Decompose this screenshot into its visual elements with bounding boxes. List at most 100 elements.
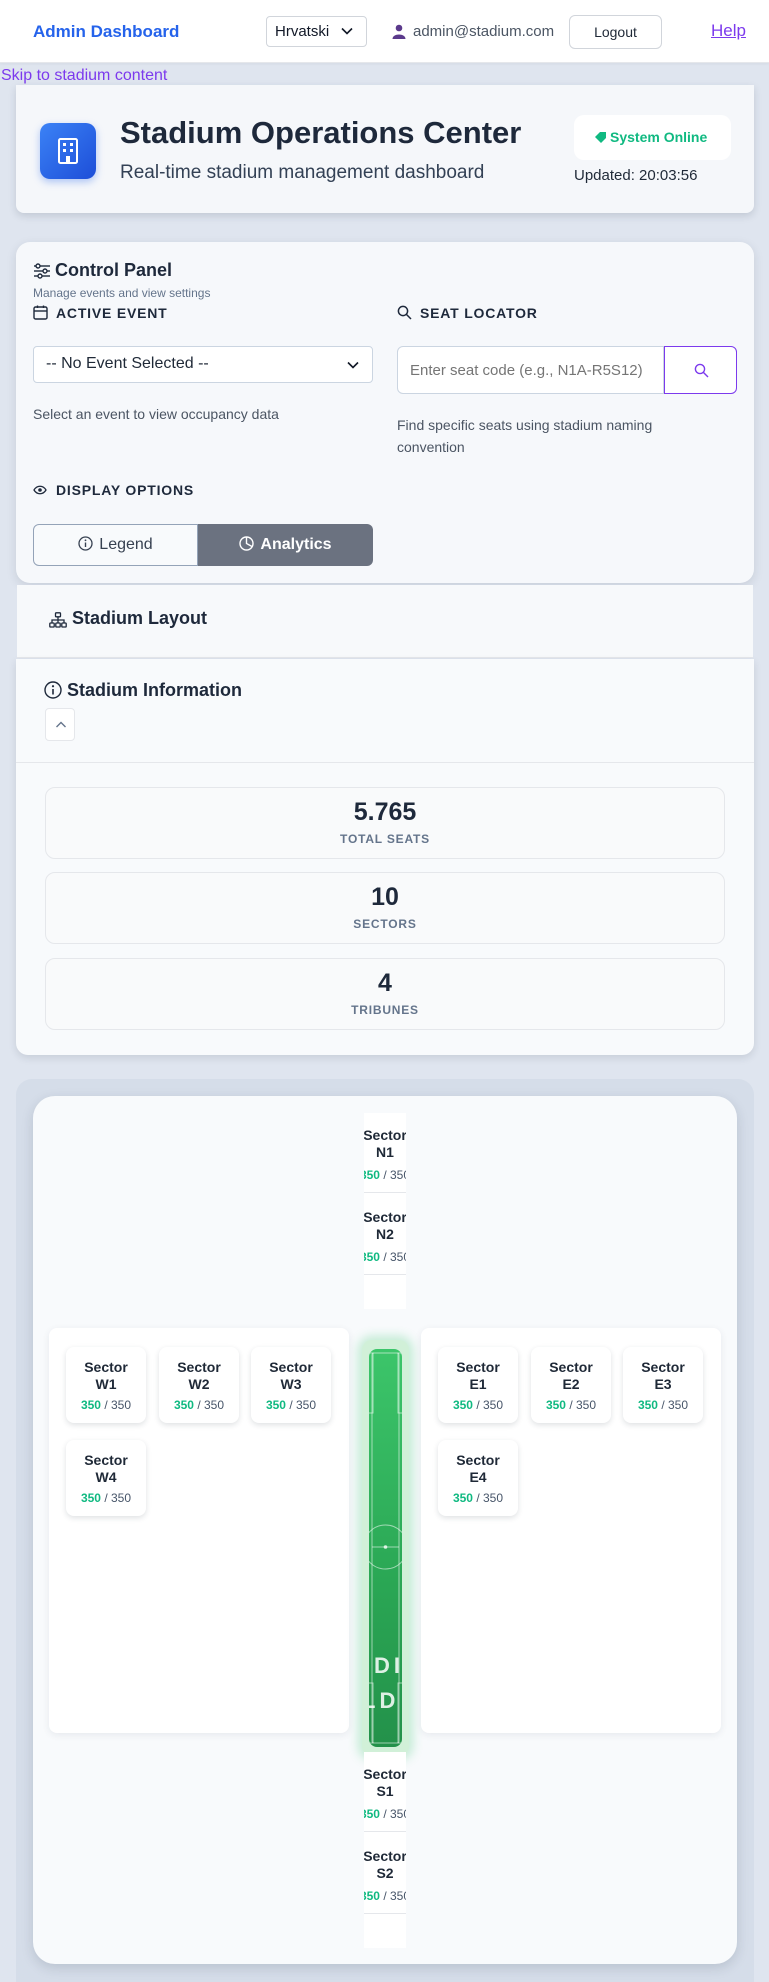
status-badge: System Online xyxy=(574,115,731,160)
search-icon xyxy=(397,305,412,320)
pie-chart-icon xyxy=(239,536,255,551)
sector-word: Sector xyxy=(364,1209,406,1225)
stat-value: 10 xyxy=(371,883,399,911)
pitch-label-2: LD xyxy=(369,1688,400,1713)
north-tribune: Sector N1 350 / 350 Sector N2 350 / 350 xyxy=(364,1113,406,1309)
sector-capacity: 350 / 350 xyxy=(265,1398,317,1412)
sector-capacity: 350 / 350 xyxy=(80,1398,132,1412)
sector-word: Sector xyxy=(641,1359,685,1375)
sector-E3[interactable]: Sector E3 350 / 350 xyxy=(623,1347,703,1423)
sector-W4[interactable]: Sector W4 350 / 350 xyxy=(66,1440,146,1516)
sector-W1[interactable]: Sector W1 350 / 350 xyxy=(66,1347,146,1423)
seat-help-line-1: Find specific seats using stadium naming xyxy=(397,417,653,433)
collapse-button[interactable] xyxy=(45,708,75,741)
active-event-label: ACTIVE EVENT xyxy=(56,305,168,321)
sector-code: N2 xyxy=(376,1226,394,1242)
display-toggle-group: Legend Analytics xyxy=(33,524,373,566)
info-icon xyxy=(44,681,62,699)
building-icon xyxy=(40,123,96,179)
sector-W2[interactable]: Sector W2 350 / 350 xyxy=(159,1347,239,1423)
sector-word: Sector xyxy=(456,1359,500,1375)
stat-label: SECTORS xyxy=(353,917,417,931)
sector-capacity: 350 / 350 xyxy=(173,1398,225,1412)
display-options-label: DISPLAY OPTIONS xyxy=(56,482,195,498)
chevron-up-icon xyxy=(56,721,66,728)
sector-word: Sector xyxy=(364,1848,406,1864)
help-link[interactable]: Help xyxy=(711,21,746,41)
pitch-label-1: DI xyxy=(374,1653,402,1678)
sector-word: Sector xyxy=(84,1452,128,1468)
sector-word: Sector xyxy=(364,1127,406,1143)
sector-word: Sector xyxy=(177,1359,221,1375)
sector-S1[interactable]: Sector S1 350 / 350 xyxy=(364,1752,406,1832)
sector-capacity: 350 / 350 xyxy=(364,1807,406,1821)
sector-word: Sector xyxy=(269,1359,313,1375)
header-card: Stadium Operations Center Real-time stad… xyxy=(16,85,754,213)
seat-search-input[interactable] xyxy=(397,346,664,394)
stat-sectors: 10 SECTORS xyxy=(45,872,725,944)
sector-E1[interactable]: Sector E1 350 / 350 xyxy=(438,1347,518,1423)
seat-locator-label: SEAT LOCATOR xyxy=(420,305,538,321)
sector-code: W2 xyxy=(188,1376,210,1392)
stat-value: 5.765 xyxy=(353,798,417,826)
calendar-icon xyxy=(33,305,48,320)
sector-S2[interactable]: Sector S2 350 / 350 xyxy=(364,1834,406,1914)
page-subtitle: Real-time stadium management dashboard xyxy=(120,162,485,183)
language-select[interactable]: Hrvatski xyxy=(266,16,367,47)
control-panel-subtitle: Manage events and view settings xyxy=(33,286,211,300)
info-icon xyxy=(78,536,93,551)
chevron-down-icon xyxy=(341,27,353,35)
football-pitch: DI LD xyxy=(369,1349,402,1747)
stat-label: TRIBUNES xyxy=(351,1003,419,1017)
event-help-text: Select an event to view occupancy data xyxy=(33,406,279,422)
brand-link[interactable]: Admin Dashboard xyxy=(33,22,179,42)
sector-N2[interactable]: Sector N2 350 / 350 xyxy=(364,1195,406,1275)
chevron-down-icon xyxy=(347,361,359,369)
skip-link[interactable]: Skip to stadium content xyxy=(1,67,167,85)
status-tag-icon xyxy=(595,132,606,143)
sector-E4[interactable]: Sector E4 350 / 350 xyxy=(438,1440,518,1516)
user-icon xyxy=(392,24,406,39)
sector-code: S1 xyxy=(376,1783,394,1799)
sector-E2[interactable]: Sector E2 350 / 350 xyxy=(531,1347,611,1423)
language-value: Hrvatski xyxy=(275,23,330,40)
stadium-info-header: Stadium Information xyxy=(16,659,754,763)
stadium-layout-header: Stadium Layout xyxy=(17,585,753,658)
analytics-toggle-button[interactable]: Analytics xyxy=(198,524,373,566)
sector-code: N1 xyxy=(376,1144,394,1160)
seat-help-line-2: convention xyxy=(397,439,465,455)
sector-code: W4 xyxy=(95,1469,117,1485)
sector-code: E3 xyxy=(654,1376,672,1392)
sector-capacity: 350 / 350 xyxy=(364,1250,406,1264)
sector-W3[interactable]: Sector W3 350 / 350 xyxy=(251,1347,331,1423)
sitemap-icon xyxy=(49,612,67,628)
south-tribune: Sector S1 350 / 350 Sector S2 350 / 350 xyxy=(364,1752,406,1948)
sector-code: E1 xyxy=(469,1376,487,1392)
logout-button[interactable]: Logout xyxy=(569,15,662,49)
control-panel-title: Control Panel xyxy=(55,260,173,280)
status-label: System Online xyxy=(610,129,708,145)
sector-word: Sector xyxy=(364,1766,406,1782)
sector-capacity: 350 / 350 xyxy=(452,1491,504,1505)
seat-search-button[interactable] xyxy=(664,346,737,394)
sector-word: Sector xyxy=(549,1359,593,1375)
sector-word: Sector xyxy=(456,1452,500,1468)
updated-timestamp: Updated: 20:03:56 xyxy=(574,167,698,184)
control-panel: Control Panel Manage events and view set… xyxy=(16,242,754,583)
event-select-value: -- No Event Selected -- xyxy=(46,355,209,372)
stat-value: 4 xyxy=(378,969,392,997)
sector-capacity: 350 / 350 xyxy=(364,1889,406,1903)
sector-code: E2 xyxy=(562,1376,580,1392)
sector-code: E4 xyxy=(469,1469,487,1485)
legend-toggle-button[interactable]: Legend xyxy=(33,524,198,566)
stadium-info-panel: Stadium Information 5.765 TOTAL SEATS 10… xyxy=(16,659,754,1055)
stadium-info-title: Stadium Information xyxy=(67,680,242,700)
stat-label: TOTAL SEATS xyxy=(340,832,430,846)
sector-code: S2 xyxy=(376,1865,394,1881)
event-select[interactable]: -- No Event Selected -- xyxy=(33,346,373,383)
sector-capacity: 350 / 350 xyxy=(637,1398,689,1412)
sector-N1[interactable]: Sector N1 350 / 350 xyxy=(364,1113,406,1193)
sector-word: Sector xyxy=(84,1359,128,1375)
stat-total-seats: 5.765 TOTAL SEATS xyxy=(45,787,725,859)
sector-capacity: 350 / 350 xyxy=(452,1398,504,1412)
